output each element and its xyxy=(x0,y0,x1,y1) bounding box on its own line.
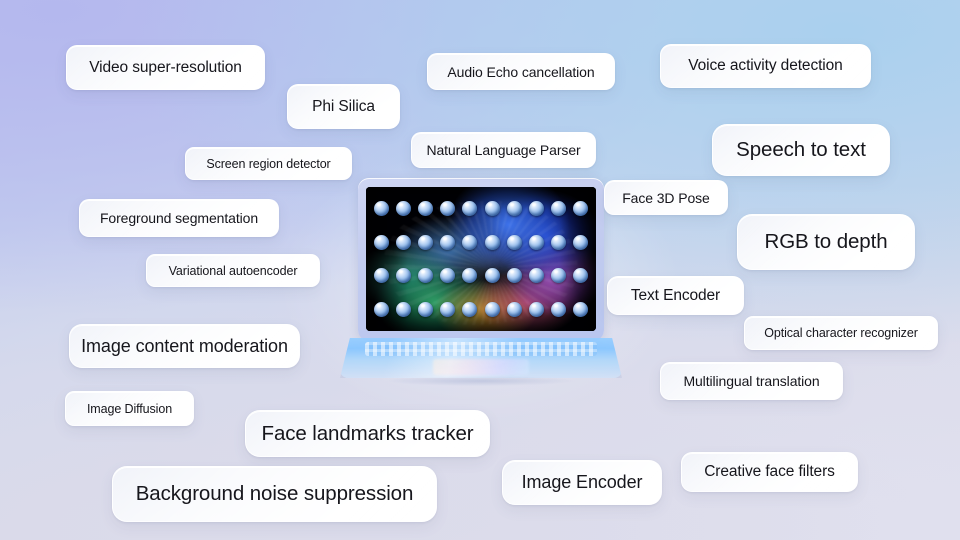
laptop-lid xyxy=(358,178,604,341)
blue-sphere-icon xyxy=(417,201,433,217)
blue-sphere-icon xyxy=(551,301,567,317)
feature-chip[interactable]: Audio Echo cancellation xyxy=(427,53,615,90)
blue-sphere-icon xyxy=(528,201,544,217)
feature-chip[interactable]: Foreground segmentation xyxy=(79,199,279,237)
blue-sphere-icon xyxy=(395,201,411,217)
blue-sphere-icon xyxy=(440,234,456,250)
blue-sphere-icon xyxy=(373,201,389,217)
blue-sphere-icon xyxy=(440,301,456,317)
blue-sphere-icon xyxy=(528,234,544,250)
blue-sphere-icon xyxy=(395,268,411,284)
blue-sphere-icon xyxy=(528,301,544,317)
feature-chip[interactable]: Background noise suppression xyxy=(112,466,437,522)
feature-chip[interactable]: Optical character recognizer xyxy=(744,316,938,350)
blue-sphere-icon xyxy=(395,301,411,317)
blue-sphere-icon xyxy=(484,201,500,217)
blue-sphere-icon xyxy=(373,301,389,317)
feature-chip[interactable]: Image Encoder xyxy=(502,460,662,505)
device-shadow xyxy=(350,374,612,388)
blue-sphere-icon xyxy=(462,268,478,284)
blue-sphere-icon xyxy=(417,301,433,317)
feature-chip[interactable]: Text Encoder xyxy=(607,276,744,315)
blue-sphere-icon xyxy=(484,301,500,317)
blue-sphere-icon xyxy=(551,268,567,284)
blue-sphere-icon xyxy=(573,268,589,284)
blue-sphere-icon xyxy=(573,234,589,250)
laptop-screen xyxy=(366,187,596,331)
feature-chip[interactable]: Screen region detector xyxy=(185,147,352,180)
blue-sphere-icon xyxy=(395,234,411,250)
scene-canvas: Video super-resolution Audio Echo cancell… xyxy=(0,0,960,540)
orb-icon-grid xyxy=(366,187,596,331)
blue-sphere-icon xyxy=(462,201,478,217)
feature-chip[interactable]: Face landmarks tracker xyxy=(245,410,490,457)
blue-sphere-icon xyxy=(551,201,567,217)
blue-sphere-icon xyxy=(506,301,522,317)
blue-sphere-icon xyxy=(417,268,433,284)
blue-sphere-icon xyxy=(528,268,544,284)
blue-sphere-icon xyxy=(373,268,389,284)
feature-chip[interactable]: RGB to depth xyxy=(737,214,915,270)
blue-sphere-icon xyxy=(551,234,567,250)
blue-sphere-icon xyxy=(373,234,389,250)
blue-sphere-icon xyxy=(462,301,478,317)
feature-chip[interactable]: Video super-resolution xyxy=(66,45,265,90)
blue-sphere-icon xyxy=(417,234,433,250)
laptop-base xyxy=(340,338,622,378)
blue-sphere-icon xyxy=(484,234,500,250)
feature-chip[interactable]: Image Diffusion xyxy=(65,391,194,426)
blue-sphere-icon xyxy=(573,201,589,217)
feature-chip[interactable]: Voice activity detection xyxy=(660,44,871,88)
blue-sphere-icon xyxy=(506,268,522,284)
laptop-device xyxy=(340,178,622,390)
feature-chip[interactable]: Creative face filters xyxy=(681,452,858,492)
feature-chip[interactable]: Face 3D Pose xyxy=(604,180,728,215)
blue-sphere-icon xyxy=(573,301,589,317)
feature-chip[interactable]: Phi Silica xyxy=(287,84,400,129)
blue-sphere-icon xyxy=(506,201,522,217)
feature-chip[interactable]: Multilingual translation xyxy=(660,362,843,400)
blue-sphere-icon xyxy=(484,268,500,284)
feature-chip[interactable]: Natural Language Parser xyxy=(411,132,596,168)
blue-sphere-icon xyxy=(440,268,456,284)
blue-sphere-icon xyxy=(462,234,478,250)
feature-chip[interactable]: Variational autoencoder xyxy=(146,254,320,287)
blue-sphere-icon xyxy=(440,201,456,217)
feature-chip[interactable]: Speech to text xyxy=(712,124,890,176)
blue-sphere-icon xyxy=(506,234,522,250)
feature-chip[interactable]: Image content moderation xyxy=(69,324,300,368)
base-sheen xyxy=(340,338,622,378)
